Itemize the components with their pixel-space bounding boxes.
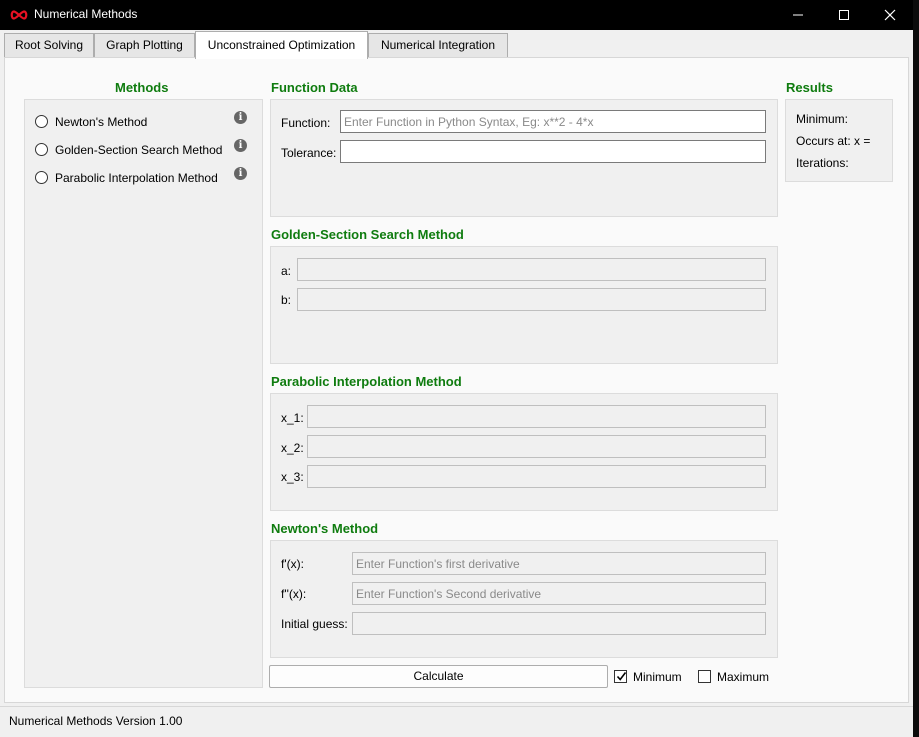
close-button[interactable] bbox=[867, 0, 913, 30]
x2-label: x_2: bbox=[281, 441, 304, 455]
calculate-button[interactable]: Calculate bbox=[269, 665, 608, 688]
golden-section-info-icon[interactable]: i bbox=[234, 139, 247, 152]
methods-panel bbox=[24, 99, 263, 688]
b-label: b: bbox=[281, 293, 292, 307]
tolerance-label: Tolerance: bbox=[281, 146, 337, 160]
initial-guess-input[interactable] bbox=[352, 612, 766, 635]
parabolic-interpolation-radio[interactable] bbox=[35, 171, 48, 184]
background-desktop-strip bbox=[913, 0, 919, 737]
app-window: Numerical Methods Root Solving Graph Plo… bbox=[0, 0, 913, 737]
tab-unconstrained-optimization[interactable]: Unconstrained Optimization bbox=[195, 31, 368, 59]
golden-section-title: Golden-Section Search Method bbox=[271, 227, 464, 242]
newton-method-label[interactable]: Newton's Method bbox=[55, 115, 147, 129]
minimize-icon bbox=[793, 14, 803, 16]
newton-title: Newton's Method bbox=[271, 521, 379, 536]
minimize-button[interactable] bbox=[775, 0, 821, 30]
fdoubleprime-input[interactable] bbox=[352, 582, 766, 605]
methods-title: Methods bbox=[115, 80, 169, 95]
function-input[interactable] bbox=[340, 110, 766, 133]
window-title: Numerical Methods bbox=[34, 7, 138, 21]
newton-info-icon[interactable]: i bbox=[234, 111, 247, 124]
results-title: Results bbox=[786, 80, 833, 95]
x3-label: x_3: bbox=[281, 470, 304, 484]
maximize-icon bbox=[839, 10, 849, 20]
newton-method-radio[interactable] bbox=[35, 115, 48, 128]
tab-strip: Root Solving Graph Plotting Unconstraine… bbox=[0, 30, 913, 59]
maximum-checkbox[interactable] bbox=[698, 670, 711, 683]
initial-guess-label: Initial guess: bbox=[281, 617, 348, 631]
function-label: Function: bbox=[281, 116, 331, 130]
parabolic-interpolation-label[interactable]: Parabolic Interpolation Method bbox=[55, 171, 218, 185]
result-occurs-label: Occurs at: x = bbox=[796, 134, 871, 148]
result-iterations-label: Iterations: bbox=[796, 156, 849, 170]
tolerance-input[interactable] bbox=[340, 140, 766, 163]
infinity-icon bbox=[10, 10, 28, 20]
fprime-input[interactable] bbox=[352, 552, 766, 575]
result-minimum-label: Minimum: bbox=[796, 112, 849, 126]
tab-numerical-integration[interactable]: Numerical Integration bbox=[368, 33, 508, 58]
title-bar: Numerical Methods bbox=[0, 0, 913, 30]
maximize-button[interactable] bbox=[821, 0, 867, 30]
x1-input[interactable] bbox=[307, 405, 766, 428]
x2-input[interactable] bbox=[307, 435, 766, 458]
parabolic-info-icon[interactable]: i bbox=[234, 167, 247, 180]
status-bar: Numerical Methods Version 1.00 bbox=[0, 706, 913, 737]
status-text: Numerical Methods Version 1.00 bbox=[9, 714, 183, 728]
a-input[interactable] bbox=[297, 258, 766, 281]
parabolic-title: Parabolic Interpolation Method bbox=[271, 374, 462, 389]
function-data-title: Function Data bbox=[271, 80, 358, 95]
fdoubleprime-label: f''(x): bbox=[281, 587, 307, 601]
a-label: a: bbox=[281, 264, 292, 278]
maximum-checkbox-label[interactable]: Maximum bbox=[717, 670, 769, 684]
checkmark-icon bbox=[616, 672, 627, 681]
golden-section-radio[interactable] bbox=[35, 143, 48, 156]
x1-label: x_1: bbox=[281, 411, 304, 425]
fprime-label: f'(x): bbox=[281, 557, 304, 571]
x3-input[interactable] bbox=[307, 465, 766, 488]
minimum-checkbox[interactable] bbox=[614, 670, 627, 683]
close-icon bbox=[884, 9, 896, 21]
b-input[interactable] bbox=[297, 288, 766, 311]
minimum-checkbox-label[interactable]: Minimum bbox=[633, 670, 682, 684]
tab-graph-plotting[interactable]: Graph Plotting bbox=[94, 33, 195, 58]
golden-section-label[interactable]: Golden-Section Search Method bbox=[55, 143, 222, 157]
tab-root-solving[interactable]: Root Solving bbox=[4, 33, 94, 58]
